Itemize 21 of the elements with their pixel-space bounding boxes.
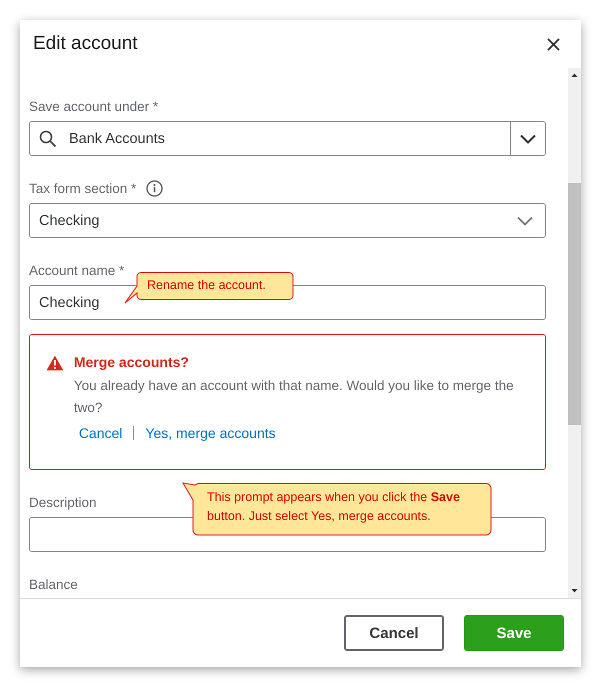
scrollbar[interactable] xyxy=(568,68,581,598)
alert-link[interactable]: Yes, merge accounts xyxy=(145,425,276,441)
alert-message: You already have an account with that name. Would you like to merge the two? xyxy=(74,377,515,417)
field-label: Description xyxy=(29,494,97,510)
search-icon xyxy=(39,130,57,148)
close-icon[interactable] xyxy=(547,38,560,50)
alert-title: Merge accounts? xyxy=(74,354,190,370)
search-select-field[interactable]: Bank Accounts xyxy=(29,121,546,156)
callout-tooltip: This prompt appears when you click the Save button. Just select Yes, merge accounts. xyxy=(180,480,492,536)
warning-icon xyxy=(46,355,64,371)
chevron-down-icon xyxy=(517,216,533,226)
field-label: Save account under * xyxy=(29,98,158,114)
alert-link[interactable]: Cancel xyxy=(78,425,122,441)
field-label: Balance xyxy=(29,576,78,592)
field-label: Account name * xyxy=(29,262,124,278)
cancel-button[interactable]: Cancel xyxy=(344,615,444,651)
dialog-title: Edit account xyxy=(33,33,138,55)
field-label: Tax form section * xyxy=(29,180,136,196)
select-field[interactable]: Checking xyxy=(29,203,546,238)
chevron-down-icon[interactable] xyxy=(520,134,536,144)
info-icon[interactable] xyxy=(146,180,164,196)
